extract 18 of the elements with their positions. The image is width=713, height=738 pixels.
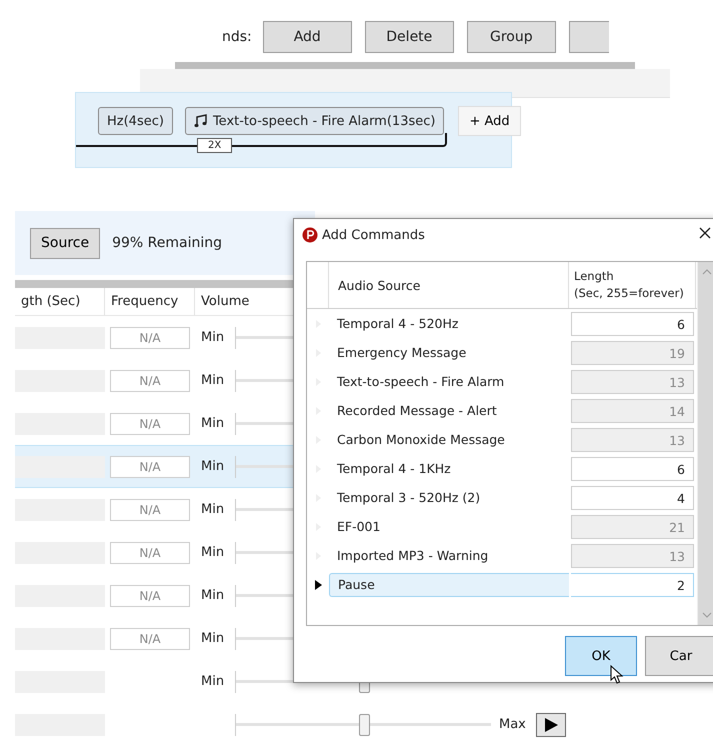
repeat-count: 2X — [197, 138, 232, 153]
column-header: gth (Sec) — [15, 288, 105, 315]
remaining-label: 99% Remaining — [112, 235, 222, 251]
min-label: Min — [200, 330, 226, 345]
min-label: Min — [200, 674, 226, 689]
dialog-title: Add Commands — [322, 228, 425, 242]
min-label: Min — [200, 588, 226, 603]
column-header: Frequency — [105, 288, 195, 315]
min-label: Min — [200, 545, 226, 560]
min-label: Min — [200, 373, 226, 388]
column-header: Audio Source — [329, 262, 569, 308]
max-label: Max — [498, 717, 527, 732]
min-label: Min — [200, 502, 226, 517]
min-label: Min — [200, 459, 226, 474]
column-header: Length (Sec, 255=forever) — [569, 262, 696, 308]
min-label: Min — [200, 416, 226, 431]
toolbar-label: nds: — [222, 29, 252, 45]
min-label: Min — [200, 631, 226, 646]
